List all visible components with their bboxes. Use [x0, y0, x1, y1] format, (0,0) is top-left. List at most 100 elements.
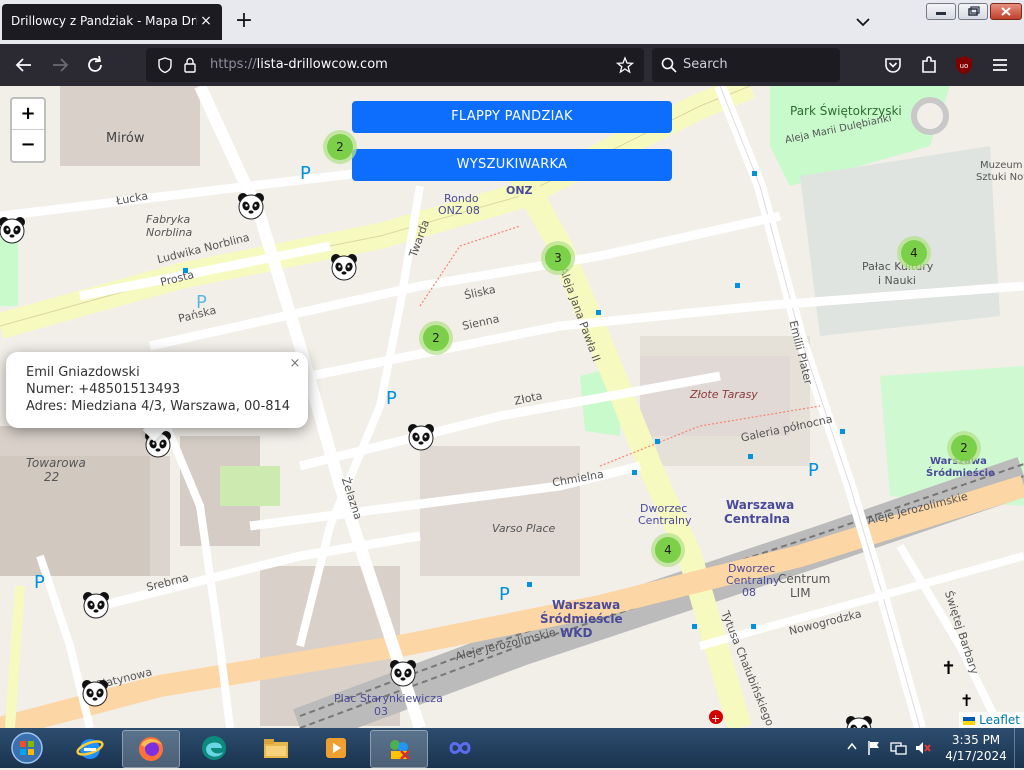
marker-cluster[interactable]: 4 — [897, 236, 931, 270]
svg-text:P: P — [34, 572, 45, 593]
cluster-count: 4 — [655, 537, 681, 563]
network-icon[interactable] — [890, 740, 908, 760]
zoom-control: + − — [10, 97, 46, 163]
taskbar-clock[interactable]: 3:35 PM 4/17/2024 — [944, 732, 1008, 764]
cluster-count: 2 — [423, 325, 449, 351]
cluster-count: 3 — [545, 245, 571, 271]
internet-explorer-icon[interactable] — [62, 730, 118, 766]
label-srodmiescie-east-2: Śródmieście — [926, 468, 995, 479]
label-srodmiescie: Warszawa — [552, 598, 621, 612]
show-hidden-icons-icon[interactable] — [846, 740, 858, 758]
new-tab-button[interactable]: + — [232, 8, 256, 34]
panda-marker-icon[interactable] — [236, 191, 266, 221]
panda-marker-icon[interactable] — [406, 422, 436, 452]
panda-marker-icon[interactable] — [81, 590, 111, 620]
label-dworzec-2c: 08 — [742, 586, 756, 599]
start-button[interactable] — [8, 730, 46, 766]
svg-text:P: P — [386, 388, 397, 409]
reload-icon[interactable] — [84, 54, 108, 76]
panda-marker-icon[interactable] — [0, 215, 27, 245]
label-dworzec-1b: Centralny — [638, 514, 692, 527]
label-palac-2: i Nauki — [878, 274, 916, 287]
cluster-count: 2 — [951, 435, 977, 461]
panda-marker-icon[interactable] — [388, 658, 418, 688]
zoom-in-button[interactable]: + — [12, 99, 44, 130]
title-bar: Drillowcy z Pandziak - Mapa Drillowców ×… — [0, 0, 1024, 44]
file-explorer-icon[interactable] — [248, 730, 304, 766]
svg-text:P: P — [300, 163, 311, 184]
popup-name: Emil Gniazdowski — [26, 365, 140, 380]
forward-arrow-icon[interactable] — [48, 54, 72, 76]
popup-address: Adres: Miedziana 4/3, Warszawa, 00-814 — [26, 399, 291, 414]
marker-cluster[interactable]: 2 — [947, 431, 981, 465]
label-towarowa: Towarowa — [26, 456, 86, 470]
label-plac-2: 03 — [374, 705, 388, 718]
action-center-flag-icon[interactable] — [866, 740, 882, 760]
wyszukiwarka-button[interactable]: WYSZUKIWARKA — [352, 149, 672, 181]
svg-text:✝: ✝ — [941, 658, 956, 679]
marker-cluster[interactable]: 4 — [651, 533, 685, 567]
hamburger-menu-icon[interactable] — [988, 54, 1012, 76]
ukraine-flag-icon — [963, 716, 976, 725]
label-warszawa-centralna: Warszawa — [726, 498, 795, 512]
firefox-icon[interactable] — [122, 730, 180, 768]
window-restore-button[interactable] — [958, 3, 988, 20]
popup-close-button[interactable]: × — [288, 356, 302, 372]
leaflet-map[interactable]: P P P P P P ✝ ✝ + Mirów Park Świętokrzys… — [0, 86, 1024, 728]
label-rondo-onz-2: ONZ 08 — [438, 204, 480, 217]
chevron-down-icon[interactable] — [852, 12, 874, 32]
panda-marker-icon[interactable] — [80, 678, 110, 708]
leaflet-attribution: Leaflet — [959, 712, 1024, 728]
ublock-origin-icon[interactable]: uo — [952, 54, 976, 76]
clock-time: 3:35 PM — [951, 733, 1001, 747]
lock-icon[interactable] — [182, 56, 198, 78]
label-srodmiescie-2: Śródmieście — [540, 612, 623, 626]
control-panel-icon[interactable] — [370, 730, 428, 768]
infinity-app-icon[interactable] — [432, 730, 488, 766]
windows-taskbar: 3:35 PM 4/17/2024 — [0, 728, 1024, 768]
volume-muted-icon[interactable] — [914, 740, 932, 760]
label-onz: ONZ — [506, 184, 533, 197]
search-bar[interactable]: Search — [652, 48, 840, 82]
url-scheme: https:// — [210, 57, 257, 72]
label-towarowa-2: 22 — [44, 470, 60, 484]
bookmark-star-icon[interactable] — [615, 56, 635, 78]
flappy-pandziak-button[interactable]: FLAPPY PANDZIAK — [352, 101, 672, 133]
marker-cluster[interactable]: 3 — [541, 241, 575, 275]
label-warszawa-centralna-2: Centralna — [724, 512, 790, 526]
extensions-puzzle-icon[interactable] — [917, 54, 941, 76]
navigation-toolbar: https://lista-drillowcow.com Search uo — [0, 44, 1024, 86]
label-muzeum: Muzeum — [980, 160, 1023, 171]
url-text[interactable]: https://lista-drillowcow.com — [210, 57, 388, 72]
attribution-link[interactable]: Leaflet — [979, 713, 1020, 727]
label-centrum-lim-2: LIM — [790, 586, 811, 600]
svg-text:✝: ✝ — [960, 691, 973, 710]
label-fabryka: Fabryka — [146, 213, 191, 226]
back-arrow-icon[interactable] — [12, 54, 36, 76]
cluster-count: 4 — [901, 240, 927, 266]
cluster-count: 2 — [327, 134, 353, 160]
zoom-out-button[interactable]: − — [12, 130, 44, 160]
shield-icon[interactable] — [156, 56, 174, 78]
label-varso: Varso Place — [492, 522, 556, 535]
label-muzeum-2: Sztuki Nowocz — [976, 172, 1024, 183]
marker-popup: Emil Gniazdowski Numer: +48501513493 Adr… — [6, 352, 308, 428]
media-player-icon[interactable] — [308, 730, 364, 766]
browser-tab-active[interactable]: Drillowcy z Pandziak - Mapa Drillowców × — [2, 4, 222, 40]
svg-text:P: P — [499, 584, 510, 605]
show-desktop-button[interactable] — [1014, 728, 1024, 768]
marker-cluster[interactable]: 2 — [419, 321, 453, 355]
window-close-button[interactable] — [990, 3, 1022, 20]
edge-icon[interactable] — [186, 730, 242, 766]
window-minimize-button[interactable] — [926, 3, 956, 20]
tab-title: Drillowcy z Pandziak - Mapa Drillowców — [11, 14, 197, 28]
label-plac: Plac Starynkiewicza — [334, 692, 443, 705]
panda-marker-icon[interactable] — [329, 252, 359, 282]
marker-cluster[interactable]: 2 — [323, 130, 357, 164]
url-bar[interactable]: https://lista-drillowcow.com — [146, 48, 644, 82]
panda-marker-icon[interactable] — [844, 714, 874, 728]
label-fabryka-2: Norblina — [146, 226, 193, 239]
pocket-icon[interactable] — [881, 54, 905, 76]
svg-text:+: + — [711, 712, 720, 725]
tab-close-button[interactable]: × — [198, 12, 214, 30]
